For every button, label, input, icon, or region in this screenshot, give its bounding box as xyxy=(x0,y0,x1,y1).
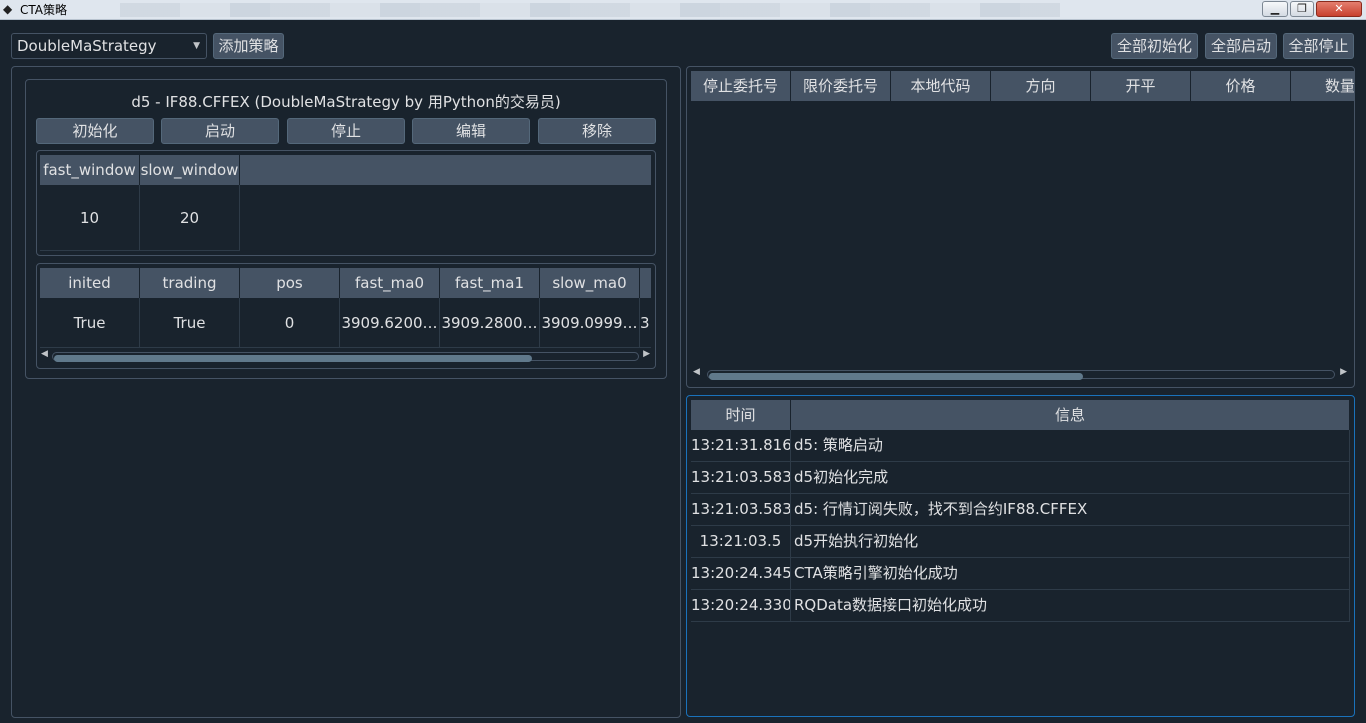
strategy-title: d5 - IF88.CFFEX (DoubleMaStrategy by 用Py… xyxy=(131,93,561,111)
stop-header-price: 价格 xyxy=(1191,71,1291,101)
var-value-fast-ma1[interactable]: 3909.2800… xyxy=(440,298,540,348)
param-header-slow-window: slow_window xyxy=(140,155,240,185)
scroll-track[interactable] xyxy=(52,352,639,362)
param-header-fast-window: fast_window xyxy=(40,155,140,185)
strategy-class-value: DoubleMaStrategy xyxy=(17,37,157,55)
titlebar-background xyxy=(120,3,1060,17)
log-message: d5: 行情订阅失败，找不到合约IF88.CFFEX xyxy=(791,494,1350,526)
log-time: 13:20:24.345 xyxy=(691,558,791,590)
param-value-fast-window[interactable]: 10 xyxy=(40,185,140,251)
maximize-button[interactable]: ❐ xyxy=(1290,1,1314,17)
close-button[interactable]: ✕ xyxy=(1316,1,1362,17)
stop-header-volume: 数量 xyxy=(1291,71,1354,101)
log-header-time: 时间 xyxy=(691,400,791,430)
log-time: 13:21:31.816 xyxy=(691,430,791,462)
var-value-clipped[interactable]: 3 xyxy=(640,298,651,348)
chevron-down-icon: ▼ xyxy=(193,41,200,51)
var-header-pos: pos xyxy=(240,268,340,298)
var-header-inited: inited xyxy=(40,268,140,298)
window-titlebar: ◆ CTA策略 ▁ ❐ ✕ xyxy=(0,0,1366,20)
log-message: d5开始执行初始化 xyxy=(791,526,1350,558)
scroll-thumb[interactable] xyxy=(709,373,1083,380)
log-time: 13:20:24.330 xyxy=(691,590,791,622)
log-message: d5: 策略启动 xyxy=(791,430,1350,462)
stop-all-button[interactable]: 全部停止 xyxy=(1283,33,1354,59)
stop-header-direction: 方向 xyxy=(991,71,1091,101)
var-value-fast-ma0[interactable]: 3909.6200… xyxy=(340,298,440,348)
scroll-track[interactable] xyxy=(707,370,1335,380)
stop-strategy-button[interactable]: 停止 xyxy=(287,118,405,144)
scroll-left-icon[interactable]: ◀ xyxy=(693,367,700,377)
log-header-message: 信息 xyxy=(791,400,1350,430)
add-strategy-button[interactable]: 添加策略 xyxy=(213,33,284,59)
variables-table: inited trading pos fast_ma0 fast_ma1 slo… xyxy=(36,263,656,369)
stop-header-stop-orderid: 停止委托号 xyxy=(691,71,791,101)
remove-strategy-button[interactable]: 移除 xyxy=(538,118,656,144)
var-value-pos[interactable]: 0 xyxy=(240,298,340,348)
stop-order-horizontal-scrollbar[interactable]: ◀ ▶ xyxy=(691,367,1351,380)
scroll-right-icon[interactable]: ▶ xyxy=(1340,367,1347,377)
scroll-right-icon[interactable]: ▶ xyxy=(643,349,650,359)
parameters-table: fast_window slow_window 10 20 xyxy=(36,150,656,256)
window-title: CTA策略 xyxy=(20,3,67,17)
log-time: 13:21:03.5 xyxy=(691,526,791,558)
start-all-button[interactable]: 全部启动 xyxy=(1205,33,1277,59)
stop-header-local-symbol: 本地代码 xyxy=(891,71,991,101)
scroll-left-icon[interactable]: ◀ xyxy=(41,349,48,359)
log-message: RQData数据接口初始化成功 xyxy=(791,590,1350,622)
var-header-trading: trading xyxy=(140,268,240,298)
log-message: d5初始化完成 xyxy=(791,462,1350,494)
scroll-thumb[interactable] xyxy=(54,355,532,362)
log-table: 时间 信息 13:21:31.816 d5: 策略启动 13:21:03.583 d5… xyxy=(686,395,1355,717)
param-value-slow-window[interactable]: 20 xyxy=(140,185,240,251)
var-header-fast-ma1: fast_ma1 xyxy=(440,268,540,298)
init-all-button[interactable]: 全部初始化 xyxy=(1111,33,1198,59)
log-time: 13:21:03.583 xyxy=(691,462,791,494)
start-strategy-button[interactable]: 启动 xyxy=(161,118,279,144)
stop-header-offset: 开平 xyxy=(1091,71,1191,101)
log-time: 13:21:03.583 xyxy=(691,494,791,526)
variables-horizontal-scrollbar[interactable]: ◀ ▶ xyxy=(40,349,651,362)
stop-order-table: 停止委托号 限价委托号 本地代码 方向 开平 价格 数量 ◀ ▶ xyxy=(686,66,1355,388)
minimize-button[interactable]: ▁ xyxy=(1262,1,1288,17)
var-header-slow-ma0: slow_ma0 xyxy=(540,268,640,298)
stop-header-limit-orderid: 限价委托号 xyxy=(791,71,891,101)
edit-strategy-button[interactable]: 编辑 xyxy=(412,118,530,144)
strategy-card: d5 - IF88.CFFEX (DoubleMaStrategy by 用Py… xyxy=(25,79,667,379)
var-value-trading[interactable]: True xyxy=(140,298,240,348)
app-icon: ◆ xyxy=(3,2,13,16)
init-strategy-button[interactable]: 初始化 xyxy=(36,118,154,144)
var-value-inited[interactable]: True xyxy=(40,298,140,348)
strategy-class-select[interactable]: DoubleMaStrategy ▼ xyxy=(11,33,207,59)
var-value-slow-ma0[interactable]: 3909.0999… xyxy=(540,298,640,348)
log-message: CTA策略引擎初始化成功 xyxy=(791,558,1350,590)
var-header-fast-ma0: fast_ma0 xyxy=(340,268,440,298)
strategy-area: d5 - IF88.CFFEX (DoubleMaStrategy by 用Py… xyxy=(11,66,681,718)
